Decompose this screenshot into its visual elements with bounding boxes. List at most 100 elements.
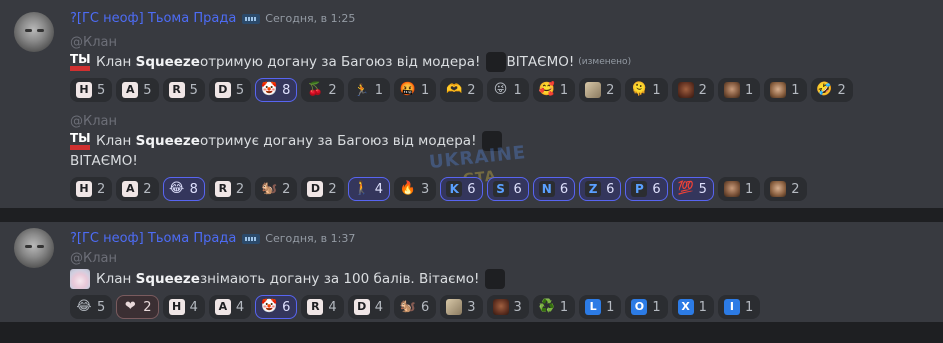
timestamp: Сегодня, в 1:37 (265, 232, 356, 245)
reaction-button[interactable]: 😂 5 (70, 295, 113, 319)
reaction-emoji-icon (677, 82, 694, 98)
message-group-1: ?[ГС неоф] Тьома Прада Сегодня, в 1:25 @… (0, 0, 943, 208)
ty-sticker-icon: ТЫ (70, 132, 91, 150)
reaction-button[interactable]: 🏃 1 (347, 78, 390, 102)
reaction-emoji-icon: 🍒 (307, 82, 324, 97)
reaction-button[interactable]: 🤬 1 (393, 78, 437, 102)
reaction-count: 2 (143, 299, 152, 315)
reaction-button[interactable]: K6 (440, 177, 483, 201)
reaction-button[interactable]: N6 (532, 177, 576, 201)
badge-icon (242, 13, 261, 24)
reaction-count: 2 (235, 181, 245, 197)
reaction-button[interactable]: R4 (301, 295, 344, 319)
reaction-emoji-icon: 🤡 (261, 299, 278, 314)
reaction-button[interactable]: 🫶 2 (440, 78, 483, 102)
reaction-count: 3 (420, 181, 430, 197)
reaction-emoji-icon: R (307, 299, 324, 315)
reaction-button[interactable]: A2 (116, 177, 159, 201)
reaction-emoji-icon (492, 299, 509, 315)
reaction-button[interactable]: 🔥 3 (393, 177, 437, 201)
reaction-emoji-icon: O (631, 299, 648, 315)
reaction-button[interactable]: 1 (717, 177, 761, 201)
reaction-button[interactable]: S6 (486, 177, 529, 201)
reaction-count: 6 (652, 181, 661, 197)
reaction-button[interactable]: 🍒 2 (301, 78, 344, 102)
reaction-count: 4 (328, 299, 337, 315)
reaction-button[interactable]: X1 (671, 295, 714, 319)
reaction-emoji-icon: 😂 (168, 181, 185, 196)
reaction-button[interactable]: I1 (717, 295, 761, 319)
reaction-button[interactable]: H5 (70, 78, 113, 102)
reaction-emoji-icon (585, 82, 602, 98)
reaction-button[interactable]: A4 (208, 295, 252, 319)
reply-mention[interactable]: @Клан (70, 251, 117, 266)
reaction-button[interactable]: 😜 1 (486, 78, 529, 102)
reaction-button[interactable]: ❤ 2 (116, 295, 159, 319)
reaction-button[interactable]: Z6 (579, 177, 622, 201)
reaction-button[interactable]: D4 (347, 295, 390, 319)
anime-avatar-emoji-icon (70, 269, 90, 289)
reaction-count: 1 (744, 181, 754, 197)
reaction-count: 8 (189, 181, 198, 197)
reaction-emoji-icon: 🫠 (631, 82, 648, 97)
reaction-emoji-icon: D (307, 181, 324, 197)
reaction-button[interactable]: 🤣 2 (810, 78, 853, 102)
reaction-button[interactable]: 1 (717, 78, 761, 102)
reaction-button[interactable]: 🥰 1 (532, 78, 576, 102)
reaction-button[interactable]: 🤡 8 (255, 78, 298, 102)
reaction-button[interactable]: P6 (625, 177, 668, 201)
reaction-emoji-icon (723, 181, 740, 197)
reaction-button[interactable]: H4 (162, 295, 205, 319)
reaction-button[interactable]: 😂 8 (162, 177, 205, 201)
message-text-line2: ВІТАЄМО! (70, 153, 138, 169)
reaction-count: 2 (698, 82, 707, 98)
reaction-button[interactable]: 2 (671, 78, 714, 102)
reaction-button[interactable]: 💯 5 (671, 177, 714, 201)
reaction-count: 4 (374, 299, 383, 315)
user-avatar[interactable] (14, 228, 54, 268)
reaction-emoji-icon (446, 299, 463, 315)
reaction-button[interactable]: H2 (70, 177, 113, 201)
reaction-button[interactable]: 3 (486, 295, 529, 319)
username[interactable]: ?[ГС неоф] Тьома Прада (70, 11, 236, 26)
reaction-button[interactable]: 🐿️ 6 (393, 295, 437, 319)
reaction-count: 4 (189, 299, 198, 315)
reaction-emoji-icon: H (76, 181, 92, 197)
reaction-button[interactable]: L1 (579, 295, 622, 319)
reaction-button[interactable]: ♻️ 1 (532, 295, 576, 319)
reaction-button[interactable]: 🤡 6 (255, 295, 298, 319)
reply-mention[interactable]: @Клан (70, 114, 117, 129)
reaction-count: 2 (606, 82, 615, 98)
reply-mention[interactable]: @Клан (70, 35, 117, 50)
reaction-emoji-icon: A (214, 299, 231, 315)
reaction-button[interactable]: R5 (162, 78, 205, 102)
reaction-button[interactable]: A5 (116, 78, 159, 102)
reaction-button[interactable]: 🐿️ 2 (255, 177, 298, 201)
reaction-button[interactable]: D5 (208, 78, 252, 102)
username[interactable]: ?[ГС неоф] Тьома Прада (70, 231, 236, 246)
reaction-emoji-icon: L (585, 299, 602, 315)
reaction-button[interactable]: 🚶 4 (347, 177, 390, 201)
ty-sticker-icon: ТЫ (70, 53, 91, 71)
message-group-2: ?[ГС неоф] Тьома Прада Сегодня, в 1:37 @… (0, 222, 943, 322)
reaction-button[interactable]: R2 (208, 177, 252, 201)
reaction-emoji-icon (723, 82, 740, 98)
reaction-emoji-icon: K (446, 181, 463, 197)
reaction-button[interactable]: O1 (625, 295, 668, 319)
reaction-button[interactable]: 3 (440, 295, 483, 319)
reaction-count: 6 (282, 299, 291, 315)
reaction-count: 1 (652, 82, 661, 98)
reaction-count: 2 (328, 82, 337, 98)
user-avatar[interactable] (14, 12, 54, 52)
reaction-emoji-icon: ♻️ (538, 299, 555, 314)
reaction-button[interactable]: 2 (579, 78, 622, 102)
reaction-button[interactable]: 1 (764, 78, 807, 102)
reaction-button[interactable]: 🫠 1 (625, 78, 668, 102)
reaction-button[interactable]: D2 (301, 177, 344, 201)
reaction-count: 5 (698, 181, 707, 197)
reaction-count: 3 (513, 299, 522, 315)
reaction-emoji-icon: 🐿️ (261, 181, 278, 196)
reaction-button[interactable]: 2 (764, 177, 807, 201)
reaction-emoji-icon: 🔥 (399, 181, 417, 196)
reaction-emoji-icon: 🤣 (816, 82, 833, 97)
